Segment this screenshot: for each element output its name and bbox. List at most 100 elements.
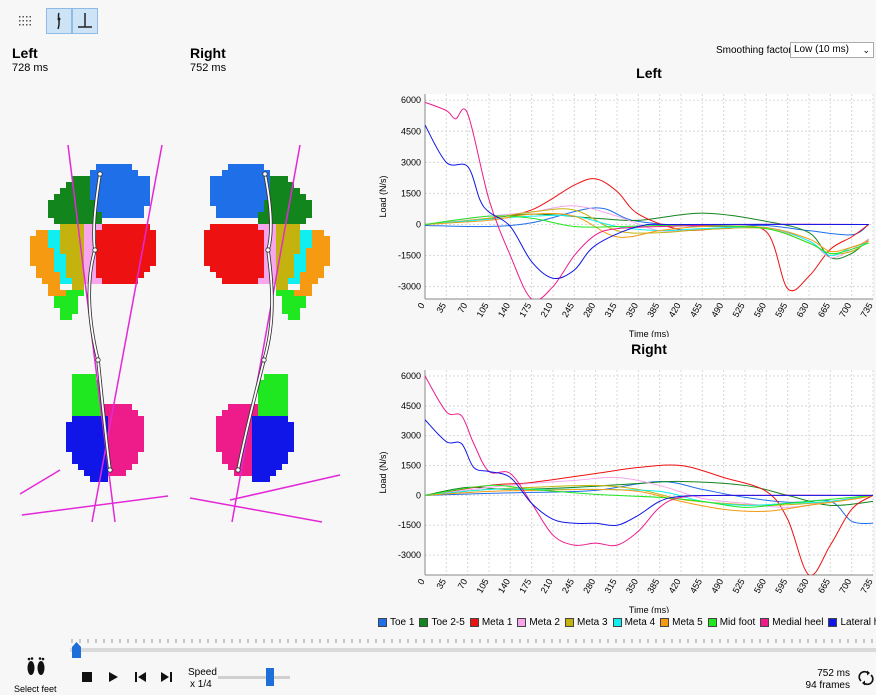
pressure-cell <box>276 392 282 398</box>
foot-pressure-maps[interactable] <box>0 140 370 530</box>
y-tick-label: 4500 <box>401 401 421 411</box>
pressure-cell <box>126 416 132 422</box>
pressure-cell <box>216 272 222 278</box>
x-tick-label: 735 <box>859 577 875 595</box>
pressure-cell <box>96 434 102 440</box>
skip-forward-button[interactable] <box>158 669 174 685</box>
timeline-handle[interactable] <box>72 642 81 658</box>
pressure-cell <box>114 440 120 446</box>
pressure-cell <box>252 176 258 182</box>
pressure-cell <box>84 254 90 260</box>
pressure-cell <box>120 404 126 410</box>
pressure-cell <box>228 206 234 212</box>
pressure-cell <box>90 452 96 458</box>
pressure-cell <box>246 176 252 182</box>
pressure-cell <box>318 266 324 272</box>
pressure-cell <box>84 200 90 206</box>
pressure-cell <box>264 404 270 410</box>
pressure-cell <box>48 200 54 206</box>
pressure-cell <box>270 398 276 404</box>
select-feet-button[interactable] <box>22 655 50 679</box>
pressure-cell <box>66 290 72 296</box>
pressure-cell <box>228 200 234 206</box>
pressure-cell <box>300 272 306 278</box>
pressure-cell <box>102 248 108 254</box>
pressure-cell <box>120 212 126 218</box>
pressure-cell <box>150 242 156 248</box>
pressure-cell <box>306 230 312 236</box>
pressure-cell <box>258 176 264 182</box>
pressure-cell <box>216 200 222 206</box>
grid-view-button[interactable] <box>12 8 38 34</box>
pressure-cell <box>72 416 78 422</box>
pressure-cell <box>246 248 252 254</box>
pressure-cell <box>270 422 276 428</box>
pressure-cell <box>72 428 78 434</box>
right-foot-label: Right <box>190 45 226 61</box>
x-tick-label: 665 <box>816 577 832 595</box>
play-button[interactable] <box>105 669 121 685</box>
pressure-cell <box>66 200 72 206</box>
smoothing-value: Low (10 ms) <box>794 44 850 55</box>
x-tick-label: 700 <box>837 577 853 595</box>
smoothing-select[interactable]: Low (10 ms) ⌄ <box>790 42 874 58</box>
pressure-cell <box>288 440 294 446</box>
perpendicular-button[interactable] <box>72 8 98 34</box>
pressure-cell <box>216 176 222 182</box>
pressure-cell <box>72 446 78 452</box>
pressure-cell <box>96 440 102 446</box>
y-axis-label: Load (N/s) <box>378 451 388 493</box>
pressure-cell <box>324 254 330 260</box>
foot-axis-button[interactable] <box>46 8 72 34</box>
pressure-cell <box>252 422 258 428</box>
cop-point <box>261 357 267 363</box>
pressure-cell <box>264 410 270 416</box>
x-tick-label: 525 <box>731 577 747 595</box>
stop-button[interactable] <box>79 669 95 685</box>
pressure-cell <box>258 446 264 452</box>
pressure-cell <box>312 278 318 284</box>
pressure-cell <box>132 416 138 422</box>
timeline-track[interactable] <box>70 648 876 652</box>
pressure-cell <box>120 272 126 278</box>
pressure-cell <box>318 242 324 248</box>
x-tick-label: 245 <box>560 577 576 595</box>
loop-button[interactable] <box>858 670 874 686</box>
pressure-cell <box>252 248 258 254</box>
pressure-cell <box>276 218 282 224</box>
pressure-cell <box>126 428 132 434</box>
x-tick-label: 420 <box>667 577 683 595</box>
pressure-cell <box>240 182 246 188</box>
pressure-cell <box>132 410 138 416</box>
pressure-cell <box>264 452 270 458</box>
pressure-cell <box>42 272 48 278</box>
pressure-cell <box>102 224 108 230</box>
skip-back-button[interactable] <box>132 669 148 685</box>
pressure-cell <box>78 452 84 458</box>
pressure-cell <box>252 464 258 470</box>
legend-label: Toe 2-5 <box>431 616 465 628</box>
speed-slider-track[interactable] <box>218 676 290 679</box>
pressure-cell <box>276 236 282 242</box>
pressure-cell <box>294 212 300 218</box>
pressure-cell <box>132 266 138 272</box>
pressure-cell <box>240 278 246 284</box>
pressure-cell <box>234 194 240 200</box>
pressure-cell <box>258 422 264 428</box>
pressure-cell <box>108 278 114 284</box>
pressure-cell <box>246 200 252 206</box>
pressure-cell <box>78 212 84 218</box>
pressure-cell <box>306 284 312 290</box>
pressure-cell <box>258 254 264 260</box>
x-tick-label: 280 <box>581 301 597 319</box>
pressure-cell <box>84 440 90 446</box>
pressure-cell <box>216 188 222 194</box>
pressure-cell <box>90 476 96 482</box>
cop-point <box>262 171 268 177</box>
pressure-cell <box>90 404 96 410</box>
pressure-cell <box>222 266 228 272</box>
speed-slider-handle[interactable] <box>265 668 274 686</box>
pressure-cell <box>240 410 246 416</box>
pressure-cell <box>126 452 132 458</box>
pressure-cell <box>96 422 102 428</box>
